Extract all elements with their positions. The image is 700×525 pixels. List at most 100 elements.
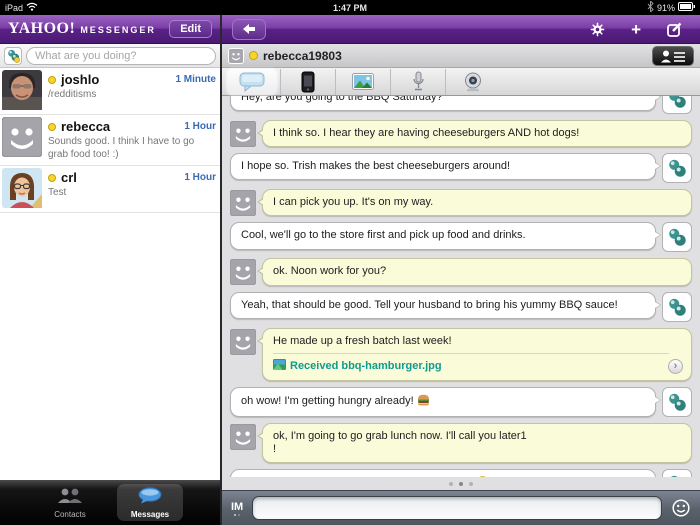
page-dot[interactable] bbox=[449, 482, 453, 486]
tab-contacts-label: Contacts bbox=[54, 510, 86, 519]
conversation-buddy-name: rebecca19803 bbox=[263, 49, 342, 63]
message-row: ok, I'm going to go grab lunch now. I'll… bbox=[230, 423, 692, 463]
smiley-icon[interactable] bbox=[671, 498, 691, 518]
settings-gear-icon[interactable] bbox=[590, 22, 605, 37]
im-mode-indicator[interactable]: IM bbox=[231, 501, 243, 516]
ios-status-bar: iPad 1:47 PM 91% bbox=[0, 0, 700, 15]
contact-status-message: Test bbox=[48, 186, 216, 199]
message-text: He made up a fresh batch last week! bbox=[273, 335, 669, 348]
message-row: Hey, are you going to the BBQ Saturday? bbox=[230, 96, 692, 114]
contact-list[interactable]: joshlo 1 Minute /redditisms rebecca 1 Ho… bbox=[0, 68, 220, 480]
buddy-avatar-icon bbox=[228, 48, 244, 64]
buddy-list-panel: YAHOO! MESSENGER Edit joshlo 1 Minute /r… bbox=[0, 15, 220, 525]
contacts-icon bbox=[56, 487, 84, 509]
back-button[interactable] bbox=[232, 19, 266, 40]
message-text: I can pick you up. It's on my way. bbox=[273, 196, 669, 209]
message-text: ok, I'm going to go grab lunch now. I'll… bbox=[273, 430, 669, 456]
buddy-avatar-icon bbox=[230, 259, 256, 285]
photo-attachment-icon bbox=[273, 359, 286, 373]
tab-messages-label: Messages bbox=[131, 510, 169, 519]
conversation-panel: + rebecca19803 bbox=[222, 15, 700, 525]
yahoo-logo-text: YAHOO! bbox=[8, 20, 75, 38]
compose-icon[interactable] bbox=[667, 22, 682, 37]
message-input[interactable] bbox=[252, 496, 662, 520]
phone-icon[interactable] bbox=[280, 69, 335, 95]
yahoo-messenger-app: iPad 1:47 PM 91% YAHOO! MESSENGER Edit bbox=[0, 0, 700, 525]
attachment-row[interactable]: Received bbq-hamburger.jpg › bbox=[273, 353, 669, 374]
self-avatar-icon bbox=[662, 96, 692, 114]
message-row: Cool, we'll go to the store first and pi… bbox=[230, 222, 692, 252]
contact-last-seen: 1 Hour bbox=[184, 172, 216, 183]
smiley-emoji bbox=[476, 476, 489, 477]
message-bubble: I think so. I hear they are having chees… bbox=[262, 120, 692, 147]
contact-name: joshlo bbox=[61, 72, 99, 87]
my-status-row bbox=[0, 44, 220, 68]
message-bubble: ok. Noon work for you? bbox=[262, 258, 692, 285]
messenger-logo-text: MESSENGER bbox=[80, 25, 156, 35]
status-message-input[interactable] bbox=[26, 47, 216, 65]
photo-icon[interactable] bbox=[335, 69, 390, 95]
message-bubble: He made up a fresh batch last week! Rece… bbox=[262, 328, 692, 381]
message-scroll-area[interactable]: Hey, are you going to the BBQ Saturday? … bbox=[222, 96, 700, 477]
message-row: oh wow! I'm getting hungry already! bbox=[230, 387, 692, 417]
message-row: Yeah, that should be good. Tell your hus… bbox=[230, 292, 692, 322]
message-row: He made up a fresh batch last week! Rece… bbox=[230, 328, 692, 381]
messages-icon bbox=[137, 487, 163, 509]
cartoon-woman-avatar bbox=[2, 168, 42, 208]
left-header: YAHOO! MESSENGER Edit bbox=[0, 15, 220, 44]
contact-status-message: Sounds good. I think I have to go grab f… bbox=[48, 135, 216, 161]
clock: 1:47 PM bbox=[0, 3, 700, 13]
message-text: I hope so. Trish makes the best cheesebu… bbox=[241, 160, 633, 173]
message-row: I hope so. Trish makes the best cheesebu… bbox=[230, 153, 692, 183]
contact-status-message: /redditisms bbox=[48, 88, 216, 101]
conversation-title-row: rebecca19803 bbox=[222, 44, 700, 68]
message-bubble: Hey, are you going to the BBQ Saturday? bbox=[230, 96, 656, 111]
self-avatar-icon bbox=[662, 153, 692, 183]
smiley-placeholder-avatar bbox=[2, 117, 42, 157]
message-bubble: I can pick you up. It's on my way. bbox=[262, 189, 692, 216]
message-row: Sounds good. I think I have to go grab f… bbox=[230, 469, 692, 477]
tab-contacts[interactable]: Contacts bbox=[37, 484, 103, 521]
message-bubble: Cool, we'll go to the store first and pi… bbox=[230, 222, 656, 249]
buddy-avatar-icon bbox=[230, 121, 256, 147]
webcam-icon[interactable] bbox=[445, 69, 500, 95]
edit-button[interactable]: Edit bbox=[169, 20, 212, 38]
self-avatar-icon bbox=[662, 292, 692, 322]
conversation-toolbar bbox=[222, 68, 700, 96]
contact-row[interactable]: crl 1 Hour Test bbox=[0, 166, 220, 213]
photo-man-avatar bbox=[2, 70, 42, 110]
page-dot[interactable] bbox=[459, 482, 463, 486]
message-text: I think so. I hear they are having chees… bbox=[273, 127, 669, 140]
self-avatar-icon bbox=[662, 387, 692, 417]
message-bubble: Sounds good. I think I have to go grab f… bbox=[230, 469, 656, 477]
contact-row[interactable]: joshlo 1 Minute /redditisms bbox=[0, 68, 220, 115]
chevron-right-icon[interactable]: › bbox=[668, 359, 683, 374]
message-text: ok. Noon work for you? bbox=[273, 265, 669, 278]
message-text: Hey, are you going to the BBQ Saturday? bbox=[241, 96, 633, 104]
im-chat-icon[interactable] bbox=[227, 69, 277, 95]
message-text: Cool, we'll go to the store first and pi… bbox=[241, 229, 633, 242]
burger-emoji bbox=[417, 394, 430, 410]
buddy-avatar-icon bbox=[230, 329, 256, 355]
microphone-icon[interactable] bbox=[390, 69, 445, 95]
contact-name: rebecca bbox=[61, 119, 110, 134]
contact-last-seen: 1 Hour bbox=[184, 121, 216, 132]
tab-messages[interactable]: Messages bbox=[117, 484, 183, 521]
show-contact-details-button[interactable] bbox=[652, 46, 694, 66]
attachment-label: Received bbq-hamburger.jpg bbox=[290, 360, 442, 372]
message-compose-bar: IM bbox=[222, 490, 700, 525]
contact-row[interactable]: rebecca 1 Hour Sounds good. I think I ha… bbox=[0, 115, 220, 166]
page-indicator bbox=[222, 477, 700, 490]
add-contact-icon[interactable]: + bbox=[631, 21, 641, 38]
page-dot[interactable] bbox=[469, 482, 473, 486]
contact-name: crl bbox=[61, 170, 77, 185]
im-label: IM bbox=[231, 501, 243, 513]
message-text: oh wow! I'm getting hungry already! bbox=[241, 394, 633, 410]
message-row: I think so. I hear they are having chees… bbox=[230, 120, 692, 147]
message-text: Yeah, that should be good. Tell your hus… bbox=[241, 299, 633, 312]
buddy-avatar-icon bbox=[230, 190, 256, 216]
message-row: ok. Noon work for you? bbox=[230, 258, 692, 285]
buddy-avatar-icon bbox=[230, 424, 256, 450]
presence-dot bbox=[249, 51, 258, 60]
self-avatar-icon[interactable] bbox=[4, 47, 22, 65]
